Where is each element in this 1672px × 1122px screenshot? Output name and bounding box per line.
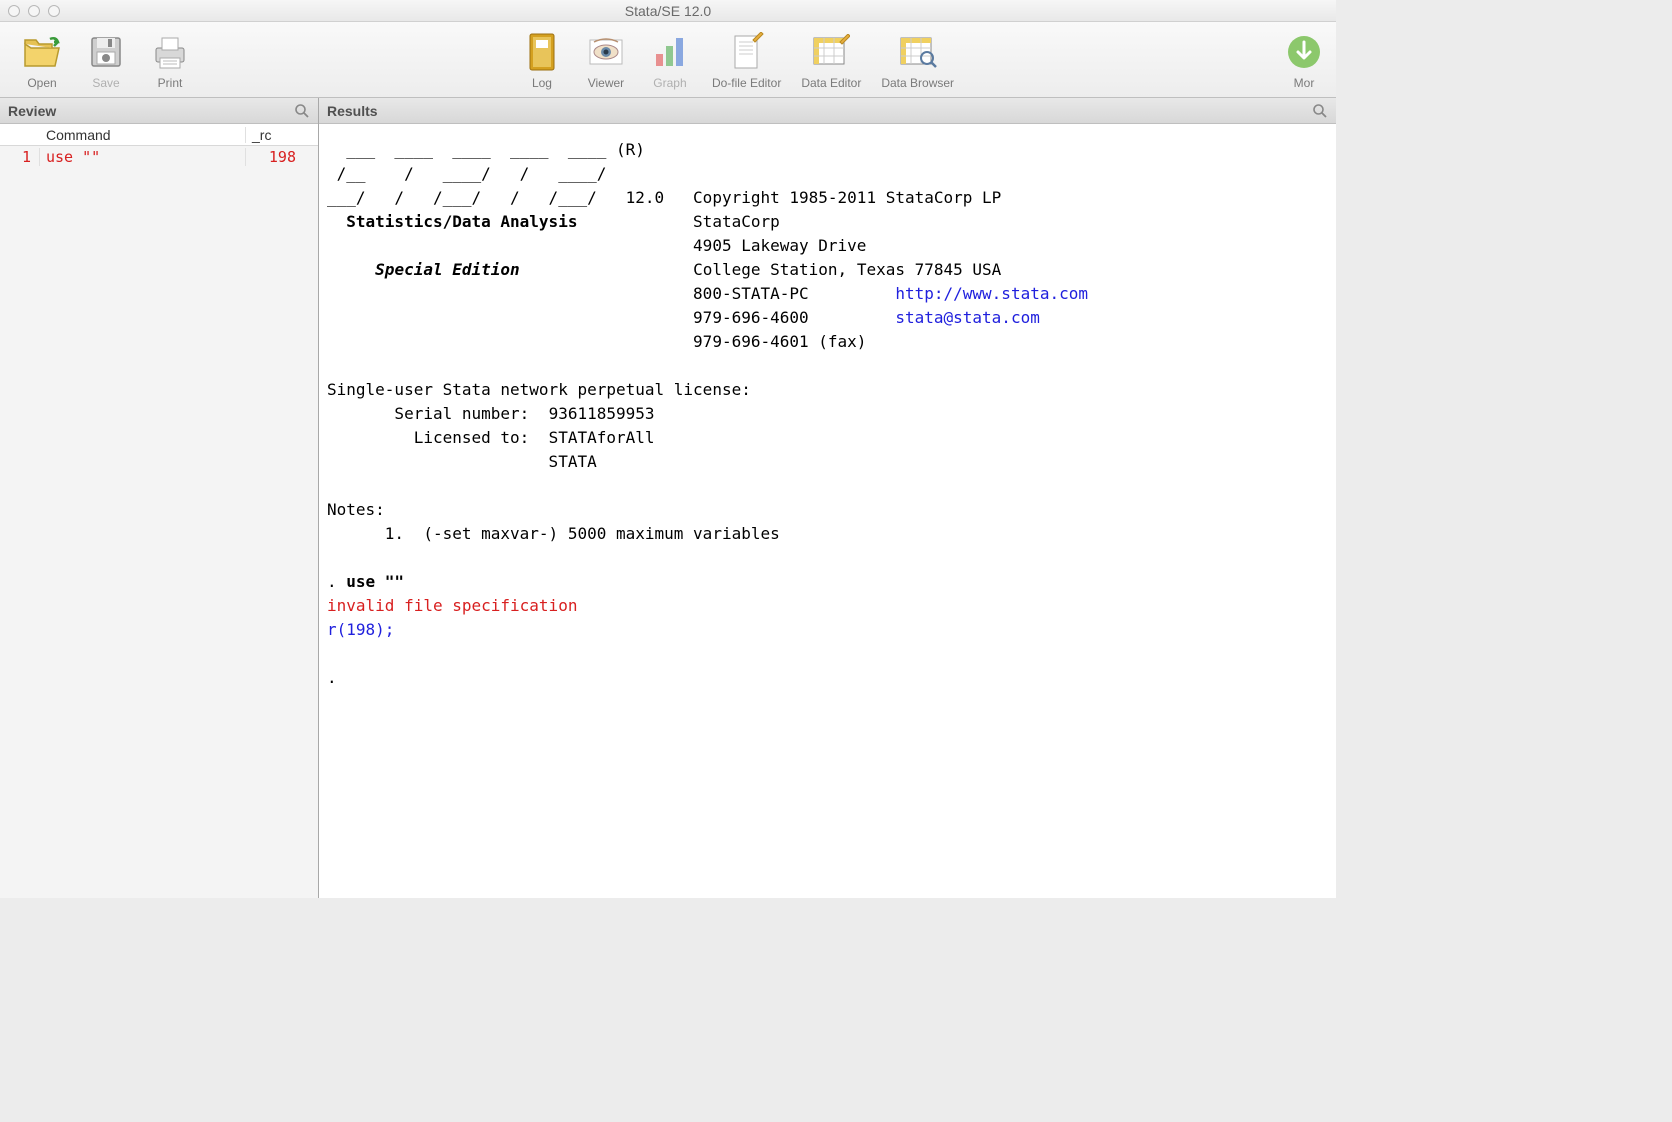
print-label: Print: [158, 76, 183, 90]
zoom-window-button[interactable]: [48, 5, 60, 17]
address-line: College Station, Texas 77845 USA: [693, 260, 1001, 279]
licensed-label: Licensed to:: [327, 428, 549, 447]
command-prompt: .: [327, 572, 346, 591]
toolbar: Open Save Print Log Viewer: [0, 22, 1336, 98]
spreadsheet-pencil-icon: [809, 30, 853, 74]
log-button[interactable]: Log: [512, 28, 572, 92]
review-header: Review: [0, 98, 318, 124]
command-echo: use "": [346, 572, 404, 591]
results-header: Results: [319, 98, 1336, 124]
databrowser-label: Data Browser: [881, 76, 954, 90]
search-icon[interactable]: [1312, 103, 1328, 119]
viewer-button[interactable]: Viewer: [576, 28, 636, 92]
fax: 979-696-4601 (fax): [693, 332, 866, 351]
licensed-org: STATA: [327, 452, 597, 471]
phone: 800-STATA-PC: [693, 284, 809, 303]
spreadsheet-magnifier-icon: [896, 30, 940, 74]
open-button[interactable]: Open: [12, 28, 72, 92]
review-title: Review: [8, 103, 56, 119]
col-command-header[interactable]: Command: [40, 127, 246, 143]
graph-button[interactable]: Graph: [640, 28, 700, 92]
dofile-label: Do-file Editor: [712, 76, 781, 90]
company: StataCorp: [693, 212, 780, 231]
edition: Special Edition: [375, 260, 520, 279]
save-button[interactable]: Save: [76, 28, 136, 92]
serial-label: Serial number:: [327, 404, 549, 423]
save-label: Save: [92, 76, 119, 90]
note-line: 1. (-set maxvar-) 5000 maximum variables: [327, 524, 780, 543]
results-title: Results: [327, 103, 378, 119]
ascii-art-line: /__ / ____/ / ____/: [327, 164, 606, 183]
results-output[interactable]: ___ ____ ____ ____ ____ (R) /__ / ____/ …: [319, 124, 1336, 898]
licensed-to: STATAforAll: [549, 428, 655, 447]
search-icon[interactable]: [294, 103, 310, 119]
phone: 979-696-4600: [693, 308, 809, 327]
ascii-art-line: ___/ / /___/ / /___/ 12.0 Copyright 1985…: [327, 188, 1001, 207]
more-label: Mor: [1294, 76, 1315, 90]
log-book-icon: [520, 30, 564, 74]
folder-open-icon: [20, 30, 64, 74]
ascii-art-line: ___ ____ ____ ____ ____ (R): [327, 140, 645, 159]
close-window-button[interactable]: [8, 5, 20, 17]
data-editor-button[interactable]: Data Editor: [793, 28, 869, 92]
results-panel: Results ___ ____ ____ ____ ____ (R) /__ …: [319, 98, 1336, 898]
floppy-disk-icon: [84, 30, 128, 74]
row-command: use "": [40, 148, 246, 166]
address-line: 4905 Lakeway Drive: [693, 236, 866, 255]
col-rc-header[interactable]: _rc: [246, 127, 318, 143]
review-row[interactable]: 1 use "" 198: [0, 146, 318, 168]
dofile-editor-button[interactable]: Do-file Editor: [704, 28, 789, 92]
tagline: Statistics/Data Analysis: [327, 212, 577, 231]
serial-number: 93611859953: [549, 404, 655, 423]
printer-icon: [148, 30, 192, 74]
error-code[interactable]: r(198);: [327, 620, 394, 639]
bar-chart-icon: [648, 30, 692, 74]
minimize-window-button[interactable]: [28, 5, 40, 17]
more-button[interactable]: Mor: [1274, 28, 1334, 92]
eye-icon: [584, 30, 628, 74]
open-label: Open: [27, 76, 56, 90]
dataeditor-label: Data Editor: [801, 76, 861, 90]
row-num: 1: [0, 148, 40, 166]
row-rc: 198: [246, 148, 318, 166]
review-panel: Review Command _rc 1 use "" 198: [0, 98, 319, 898]
document-pencil-icon: [725, 30, 769, 74]
traffic-lights: [8, 5, 60, 17]
print-button[interactable]: Print: [140, 28, 200, 92]
review-column-headers: Command _rc: [0, 124, 318, 146]
download-arrow-icon: [1282, 30, 1326, 74]
email-link[interactable]: stata@stata.com: [895, 308, 1040, 327]
viewer-label: Viewer: [588, 76, 624, 90]
notes-header: Notes:: [327, 500, 385, 519]
graph-label: Graph: [653, 76, 686, 90]
log-label: Log: [532, 76, 552, 90]
command-prompt: .: [327, 668, 337, 687]
titlebar: Stata/SE 12.0: [0, 0, 1336, 22]
error-message: invalid file specification: [327, 596, 577, 615]
data-browser-button[interactable]: Data Browser: [873, 28, 962, 92]
window-title: Stata/SE 12.0: [625, 3, 711, 19]
website-link[interactable]: http://www.stata.com: [895, 284, 1088, 303]
license-header: Single-user Stata network perpetual lice…: [327, 380, 751, 399]
